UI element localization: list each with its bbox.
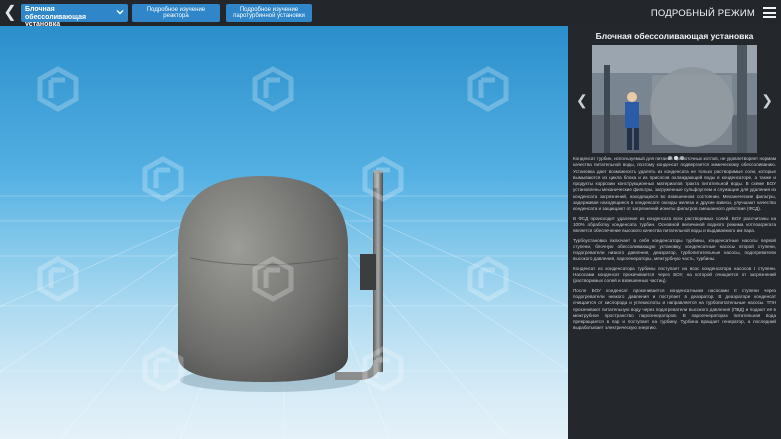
hamburger-menu-icon[interactable] <box>763 7 776 18</box>
object-select-value: Блочная обессоливающая установка <box>25 6 87 28</box>
logo-watermark-icon <box>250 66 296 112</box>
turbine-detail-button[interactable]: Подробное изучение паротурбинной установ… <box>226 4 312 22</box>
3d-viewport[interactable] <box>0 26 568 439</box>
chevron-down-icon <box>116 10 124 15</box>
chevron-left-icon[interactable]: ❮ <box>3 5 17 21</box>
mode-title: ПОДРОБНЫЙ РЕЖИМ <box>650 8 755 19</box>
turbine-detail-label: Подробное изучение паротурбинной установ… <box>233 6 305 20</box>
paragraph: Конденсат турбин, используемый для питан… <box>573 156 776 212</box>
logo-watermark-icon <box>140 346 186 392</box>
reactor-detail-label: Подробное изучение реактора <box>146 6 206 20</box>
paragraph: После БОУ конденсат прокачивается конден… <box>573 287 776 331</box>
top-bar: ❮ Блочная обессоливающая установка Подро… <box>0 0 781 28</box>
logo-watermark-icon <box>35 256 81 302</box>
paragraph: Конденсат из конденсатора турбины поступ… <box>573 265 776 284</box>
reactor-detail-button[interactable]: Подробное изучение реактора <box>132 4 220 22</box>
info-panel: Блочная обессоливающая установка ❮ ❯ Кон… <box>568 26 781 439</box>
carousel-next-icon[interactable]: ❯ <box>761 92 773 109</box>
carousel-prev-icon[interactable]: ❮ <box>576 92 588 109</box>
logo-watermark-icon <box>35 66 81 112</box>
panel-title: Блочная обессоливающая установка <box>595 31 754 41</box>
logo-watermark-icon <box>360 346 406 392</box>
logo-watermark-icon <box>140 156 186 202</box>
description-text: Конденсат турбин, используемый для питан… <box>573 156 776 335</box>
logo-watermark-icon <box>360 156 406 202</box>
carousel-photo <box>592 45 757 153</box>
logo-watermark-icon <box>465 256 511 302</box>
logo-watermark-icon <box>465 66 511 112</box>
paragraph: В ФСД происходит удаление из конденсата … <box>573 215 776 234</box>
object-select[interactable]: Блочная обессоливающая установка <box>21 4 128 28</box>
paragraph: Турбоустановка включает в себя конденсат… <box>573 237 776 262</box>
logo-watermark-icon <box>250 256 296 302</box>
